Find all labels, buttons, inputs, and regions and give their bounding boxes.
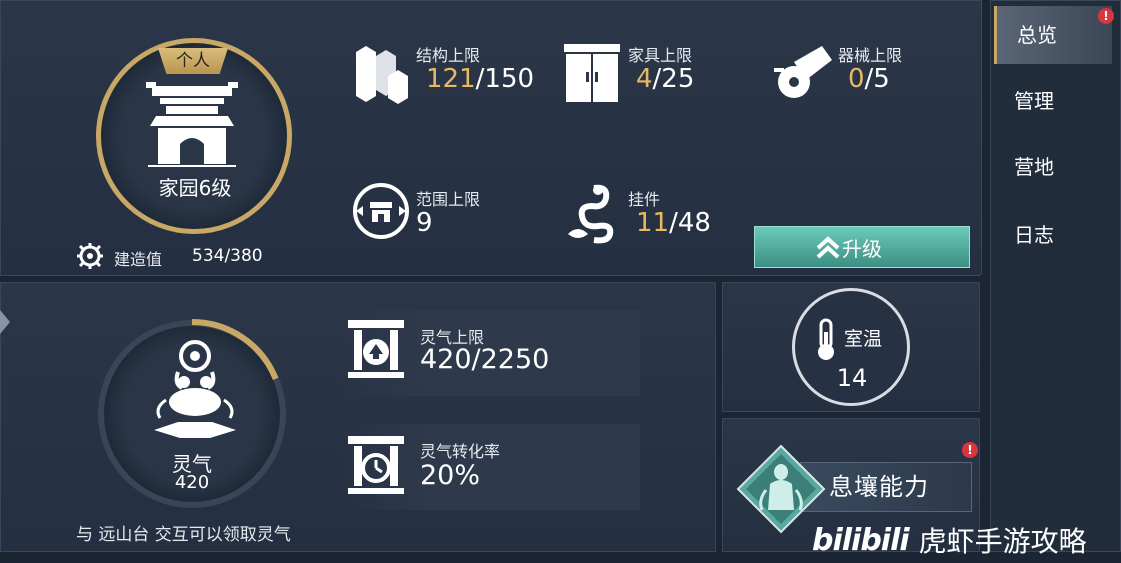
structure-label: 结构上限 bbox=[416, 46, 481, 65]
range-label: 范围上限 bbox=[416, 190, 481, 209]
tab-log[interactable]: 日志 bbox=[994, 206, 1112, 264]
upgrade-label: 升级 bbox=[842, 236, 882, 261]
dragon-pendant-icon bbox=[568, 184, 614, 244]
range-icon bbox=[353, 183, 409, 239]
thermometer-icon bbox=[818, 318, 834, 360]
spirit-cap-icon bbox=[348, 320, 404, 378]
watermark: bilibili 虎虾手游攻略 bbox=[812, 520, 1087, 560]
structure-max: /150 bbox=[475, 64, 535, 94]
spirit-rate-icon bbox=[348, 436, 404, 494]
spirit-hint: 与 远山台 交互可以领取灵气 bbox=[76, 525, 291, 545]
pendant-current: 11 bbox=[636, 208, 670, 238]
home-level-label: 家园6级 bbox=[158, 176, 232, 200]
structure-current: 121 bbox=[426, 64, 476, 94]
build-value-label: 建造值 bbox=[114, 250, 163, 269]
tab-overview[interactable]: 总览 bbox=[994, 6, 1112, 64]
double-chevron-up-icon bbox=[816, 236, 840, 259]
temperature-value: 14 bbox=[836, 364, 868, 392]
equipment-current: 0 bbox=[848, 64, 865, 94]
home-gate-icon bbox=[146, 82, 238, 167]
spirit-rate-label: 灵气转化率 bbox=[420, 442, 501, 461]
furniture-label: 家具上限 bbox=[628, 46, 693, 65]
tab-manage[interactable]: 管理 bbox=[994, 72, 1112, 130]
wardrobe-icon bbox=[564, 44, 620, 102]
equipment-max: /5 bbox=[864, 64, 890, 94]
structure-blocks-icon bbox=[356, 46, 408, 104]
spirit-value: 420 bbox=[174, 472, 210, 493]
spirit-cauldron-icon bbox=[154, 340, 236, 438]
home-tag: 个人 bbox=[158, 48, 228, 74]
bilibili-logo: bilibili bbox=[812, 522, 910, 558]
temperature-label: 室温 bbox=[844, 328, 883, 350]
spirit-cap-value: 420/2250 bbox=[420, 344, 550, 375]
upgrade-button[interactable]: 升级 bbox=[754, 226, 970, 268]
ability-alert-badge: ! bbox=[962, 442, 978, 458]
left-arrow-icon[interactable] bbox=[0, 310, 10, 334]
range-value: 9 bbox=[416, 208, 433, 238]
ability-label: 息壤能力 bbox=[829, 473, 929, 501]
cannon-icon bbox=[774, 46, 832, 98]
pendant-label: 挂件 bbox=[628, 190, 661, 209]
spirit-rate-value: 20% bbox=[420, 460, 481, 491]
furniture-max: /25 bbox=[652, 64, 695, 94]
build-value-icon bbox=[77, 243, 103, 269]
overview-alert-badge: ! bbox=[1098, 8, 1114, 24]
furniture-current: 4 bbox=[636, 64, 653, 94]
pendant-max: /48 bbox=[669, 208, 711, 238]
tab-camp[interactable]: 营地 bbox=[994, 138, 1112, 196]
build-value: 534/380 bbox=[192, 246, 263, 266]
watermark-text: 虎虾手游攻略 bbox=[918, 525, 1087, 558]
equipment-label: 器械上限 bbox=[838, 46, 903, 65]
